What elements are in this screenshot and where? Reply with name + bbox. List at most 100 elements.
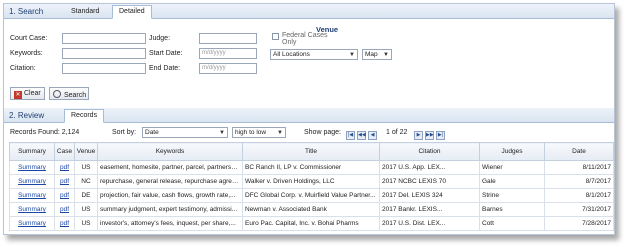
end-date-input[interactable]: m/d/yyyy — [199, 63, 257, 74]
sort-by-label: Sort by: — [112, 129, 137, 136]
judges-cell: Gale — [479, 174, 545, 189]
federal-only-checkbox[interactable] — [272, 33, 279, 40]
tab-records[interactable]: Records — [64, 109, 105, 123]
prev-icon[interactable]: ◀ — [368, 131, 377, 140]
page-info: 1 of 22 — [386, 129, 408, 136]
next-page-icon[interactable]: ▶▶ — [425, 131, 434, 140]
col-case[interactable]: Case — [54, 142, 75, 161]
citation-input[interactable] — [62, 63, 146, 74]
summary-link[interactable]: Summary — [18, 220, 46, 227]
pdf-link[interactable]: pdf — [60, 164, 69, 171]
title-cell: DFC Global Corp. v. Muirfield Value Part… — [242, 188, 380, 203]
review-section-title: 2. Review — [9, 111, 45, 120]
app-window: 1. Search Standard Detailed Court Case: … — [3, 3, 615, 235]
keywords-input[interactable] — [62, 48, 146, 59]
keywords-cell: investor's, attorney's fees, inquest, pe… — [97, 216, 243, 231]
start-date-label: Start Date: — [149, 50, 183, 57]
citation-cell: 2017 Del. LEXIS 324 — [379, 188, 480, 203]
search-button-label: Search — [63, 92, 87, 99]
review-section-header: 2. Review Records — [4, 108, 614, 123]
next-icon[interactable]: ▶ — [414, 131, 423, 140]
search-button[interactable]: Search — [49, 87, 89, 100]
keywords-cell: repurchase, general release, repurchase … — [97, 174, 243, 189]
col-keywords[interactable]: Keywords — [97, 142, 243, 161]
summary-link[interactable]: Summary — [18, 192, 46, 199]
venue-cell: US — [74, 160, 98, 175]
keywords-label: Keywords: — [10, 50, 43, 57]
col-date[interactable]: Date — [544, 142, 614, 161]
title-cell: Walker v. Driven Holdings, LLC — [242, 174, 380, 189]
venue-cell: NC — [74, 174, 98, 189]
sort-field-select[interactable]: Date ▼ — [142, 127, 228, 138]
red-x-icon: ✕ — [14, 91, 22, 99]
table-row: Summary pdf DE projection, fair value, c… — [9, 188, 614, 203]
keywords-cell: summary judgment, expert testimony, admi… — [97, 202, 243, 217]
venue-select[interactable]: All Locations ▼ — [270, 49, 358, 60]
search-section-header: 1. Search Standard Detailed — [4, 4, 614, 19]
citation-label: Citation: — [10, 65, 36, 72]
prev-page-icon[interactable]: ◀◀ — [357, 131, 366, 140]
summary-link[interactable]: Summary — [18, 178, 46, 185]
venue-cell: US — [74, 202, 98, 217]
tab-detailed[interactable]: Detailed — [112, 5, 152, 19]
keywords-cell: projection, fair value, cash flows, grow… — [97, 188, 243, 203]
citation-cell: 2017 Bankr. LEXIS... — [379, 202, 480, 217]
pdf-link[interactable]: pdf — [60, 192, 69, 199]
clear-button[interactable]: ✕ Clear — [10, 87, 45, 100]
tab-standard[interactable]: Standard — [64, 5, 106, 19]
judges-cell: Wiener — [479, 160, 545, 175]
citation-cell: 2017 U.S. Dist. LEX... — [379, 216, 480, 231]
pdf-link[interactable]: pdf — [60, 178, 69, 185]
show-page-label: Show page: — [304, 129, 341, 136]
citation-cell: 2017 U.S. App. LEX... — [379, 160, 480, 175]
magnifier-icon — [53, 90, 61, 98]
sort-order-select[interactable]: high to low ▼ — [232, 127, 286, 138]
pdf-link[interactable]: pdf — [60, 220, 69, 227]
judges-cell: Barnes — [479, 202, 545, 217]
first-page-icon[interactable]: |◀ — [346, 131, 355, 140]
chevron-down-icon: ▼ — [219, 130, 225, 136]
last-page-icon[interactable]: ▶| — [436, 131, 445, 140]
federal-only-label: Federal Cases Only — [282, 32, 328, 46]
title-cell: Euro Pac. Capital, Inc. v. Bohai Pharms — [242, 216, 380, 231]
date-cell: 7/31/2017 — [544, 202, 614, 217]
date-cell: 8/11/2017 — [544, 160, 614, 175]
start-date-input[interactable]: m/d/yyyy — [199, 48, 257, 59]
judges-cell: Strine — [479, 188, 545, 203]
records-table: Summary Case Venue Keywords Title Citati… — [9, 142, 614, 231]
date-cell: 8/7/2017 — [544, 174, 614, 189]
table-row: Summary pdf US investor's, attorney's fe… — [9, 216, 614, 231]
table-row: Summary pdf US easement, homesite, partn… — [9, 160, 614, 175]
date-cell: 8/1/2017 — [544, 188, 614, 203]
venue-select-value: All Locations — [273, 51, 310, 58]
map-select[interactable]: Map ▼ — [362, 49, 392, 60]
pdf-link[interactable]: pdf — [60, 206, 69, 213]
title-cell: Newman v. Associated Bank — [242, 202, 380, 217]
clear-button-label: Clear — [23, 90, 41, 97]
summary-link[interactable]: Summary — [18, 164, 46, 171]
venue-cell: DE — [74, 188, 98, 203]
table-row: Summary pdf NC repurchase, general relea… — [9, 174, 614, 189]
title-cell: BC Ranch II, LP v. Commissioner — [242, 160, 380, 175]
venue-cell: US — [74, 216, 98, 231]
citation-cell: 2017 NCBC LEXIS 70 — [379, 174, 480, 189]
court-case-input[interactable] — [62, 33, 146, 44]
judge-input[interactable] — [199, 33, 257, 44]
map-select-value: Map — [365, 51, 378, 58]
col-judges[interactable]: Judges — [479, 142, 545, 161]
col-summary[interactable]: Summary — [9, 142, 55, 161]
date-cell: 7/28/2017 — [544, 216, 614, 231]
summary-link[interactable]: Summary — [18, 206, 46, 213]
sort-field-value: Date — [145, 129, 159, 136]
col-title[interactable]: Title — [242, 142, 380, 161]
end-date-label: End Date: — [149, 65, 181, 72]
table-header-row: Summary Case Venue Keywords Title Citati… — [9, 142, 614, 161]
search-section-title: 1. Search — [9, 7, 44, 16]
chevron-down-icon: ▼ — [277, 130, 283, 136]
chevron-down-icon: ▼ — [383, 52, 389, 58]
col-citation[interactable]: Citation — [379, 142, 480, 161]
court-case-label: Court Case: — [10, 35, 48, 42]
judges-cell: Cott — [479, 216, 545, 231]
records-found: Records Found: 2,124 — [10, 129, 80, 136]
col-venue[interactable]: Venue — [74, 142, 98, 161]
